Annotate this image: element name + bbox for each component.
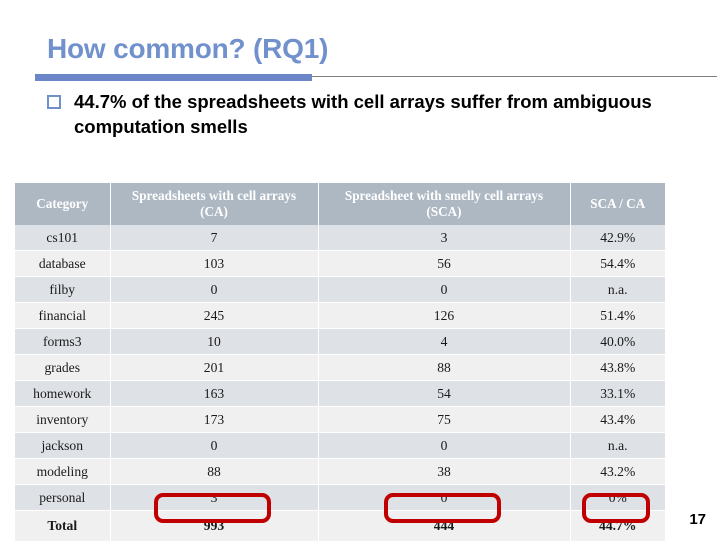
cell-category: inventory xyxy=(15,406,111,433)
column-header-smelly-line1: Spreadsheet with smelly cell arrays xyxy=(344,188,544,203)
cell-sca: 3 xyxy=(318,225,571,251)
cell-sca: 0 xyxy=(318,484,571,511)
cell-category: filby xyxy=(15,276,111,303)
table-row: financial 245 126 51.4% xyxy=(15,302,665,329)
cell-category: financial xyxy=(15,302,111,329)
cell-ca: 245 xyxy=(110,302,319,329)
cell-ratio: 40.0% xyxy=(570,328,665,355)
column-header-cell-arrays: Spreadsheets with cell arrays (CA) xyxy=(110,183,319,225)
bullet-item-label: 44.7% of the spreadsheets with cell arra… xyxy=(74,91,652,137)
cell-ca: 0 xyxy=(110,276,319,303)
hollow-square-bullet-icon xyxy=(47,95,61,109)
page-title: How common? (RQ1) xyxy=(47,33,329,64)
cell-ca: 173 xyxy=(110,406,319,433)
cell-ca: 163 xyxy=(110,380,319,407)
cell-ca: 88 xyxy=(110,458,319,485)
column-header-smelly-line2: (SCA) xyxy=(426,204,462,219)
cell-ca: 0 xyxy=(110,432,319,459)
cell-ca: 103 xyxy=(110,250,319,277)
presentation-slide: How common? (RQ1) 44.7% of the spreadshe… xyxy=(0,0,720,542)
cell-sca: 88 xyxy=(318,354,571,381)
table-row-total: Total 993 444 44.7% xyxy=(15,510,665,542)
cell-sca: 75 xyxy=(318,406,571,433)
cell-category: grades xyxy=(15,354,111,381)
cell-sca: 0 xyxy=(318,276,571,303)
cell-category: cs101 xyxy=(15,225,111,251)
table-row: forms3 10 4 40.0% xyxy=(15,328,665,355)
column-header-category-label: Category xyxy=(36,196,89,211)
cell-ca: 201 xyxy=(110,354,319,381)
cell-category: jackson xyxy=(15,432,111,459)
table-row: filby 0 0 n.a. xyxy=(15,276,665,303)
column-header-ratio-label: SCA / CA xyxy=(590,196,646,211)
cell-category: modeling xyxy=(15,458,111,485)
bullet-list-item: 44.7% of the spreadsheets with cell arra… xyxy=(47,89,687,139)
cell-ca: 10 xyxy=(110,328,319,355)
cell-sca: 126 xyxy=(318,302,571,329)
cell-ratio: 33.1% xyxy=(570,380,665,407)
table-row: personal 3 0 0% xyxy=(15,484,665,511)
cell-sca: 56 xyxy=(318,250,571,277)
title-accent-bar xyxy=(35,74,312,81)
cell-category: homework xyxy=(15,380,111,407)
cell-ratio: 43.2% xyxy=(570,458,665,485)
cell-ratio: n.a. xyxy=(570,276,665,303)
results-table: Category Spreadsheets with cell arrays (… xyxy=(15,183,665,542)
cell-ratio: 43.4% xyxy=(570,406,665,433)
table-row: modeling 88 38 43.2% xyxy=(15,458,665,485)
table-row: homework 163 54 33.1% xyxy=(15,380,665,407)
cell-ca: 993 xyxy=(110,510,319,542)
cell-category: Total xyxy=(15,510,111,542)
cell-ratio: 44.7% xyxy=(570,510,665,542)
cell-ratio: 42.9% xyxy=(570,225,665,251)
table-body: cs101 7 3 42.9% database 103 56 54.4% filby 0 0 n.a… xyxy=(15,225,665,542)
table-row: cs101 7 3 42.9% xyxy=(15,225,665,251)
cell-ratio: 43.8% xyxy=(570,354,665,381)
cell-category: forms3 xyxy=(15,328,111,355)
table-row: grades 201 88 43.8% xyxy=(15,354,665,381)
cell-sca: 38 xyxy=(318,458,571,485)
column-header-category: Category xyxy=(15,183,111,225)
cell-ca: 7 xyxy=(110,225,319,251)
column-header-ratio: SCA / CA xyxy=(570,183,665,225)
cell-category: personal xyxy=(15,484,111,511)
table-row: database 103 56 54.4% xyxy=(15,250,665,277)
cell-sca: 54 xyxy=(318,380,571,407)
cell-category: database xyxy=(15,250,111,277)
cell-ratio: n.a. xyxy=(570,432,665,459)
cell-ratio: 51.4% xyxy=(570,302,665,329)
cell-sca: 4 xyxy=(318,328,571,355)
cell-sca: 0 xyxy=(318,432,571,459)
table-row: jackson 0 0 n.a. xyxy=(15,432,665,459)
column-header-smelly-cell-arrays: Spreadsheet with smelly cell arrays (SCA… xyxy=(318,183,571,225)
slide-number: 17 xyxy=(689,511,706,528)
table-header-row: Category Spreadsheets with cell arrays (… xyxy=(15,183,665,225)
table-row: inventory 173 75 43.4% xyxy=(15,406,665,433)
cell-sca: 444 xyxy=(318,510,571,542)
column-header-cell-arrays-line2: (CA) xyxy=(200,204,228,219)
cell-ratio: 0% xyxy=(570,484,665,511)
cell-ca: 3 xyxy=(110,484,319,511)
cell-ratio: 54.4% xyxy=(570,250,665,277)
column-header-cell-arrays-line1: Spreadsheets with cell arrays xyxy=(131,188,297,203)
